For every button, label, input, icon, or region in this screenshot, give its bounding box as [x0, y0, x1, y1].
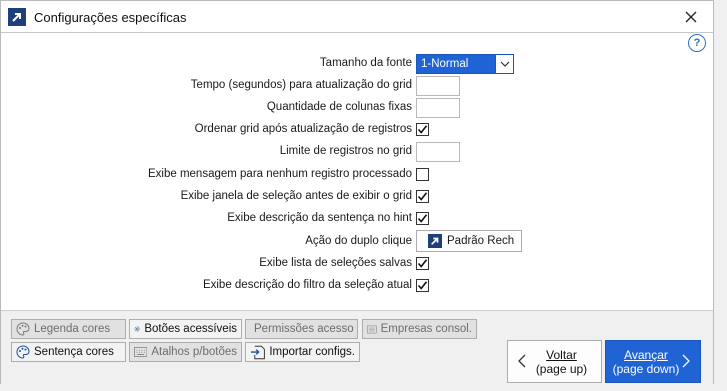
fixed-columns-row: Quantidade de colunas fixas [1, 98, 715, 118]
saved-selections-checkbox[interactable] [416, 257, 429, 270]
legend-colors-button[interactable]: Legenda cores [11, 319, 126, 339]
sort-grid-row: Ordenar grid após atualização de registr… [1, 120, 715, 140]
list-icon [367, 325, 377, 333]
double-click-button[interactable]: Padrão Rech [416, 230, 522, 252]
saved-selections-label: Exibe lista de seleções salvas [259, 257, 412, 269]
no-record-message-row: Exibe mensagem para nenhum registro proc… [1, 165, 715, 185]
bottom-toolbar: Legenda cores Botões acessíveis Permissõ… [1, 310, 713, 384]
palette-icon [16, 345, 30, 359]
keyboard-icon [134, 347, 148, 357]
accessible-buttons-label: Botões acessíveis [144, 323, 237, 335]
arrow-up-right-icon [8, 8, 26, 26]
double-click-value: Padrão Rech [447, 235, 515, 247]
next-button[interactable]: Avançar (page down) [605, 340, 701, 383]
record-limit-input[interactable] [416, 142, 460, 162]
fixed-columns-label: Quantidade de colunas fixas [266, 101, 412, 113]
chevron-down-icon [495, 55, 513, 73]
chevron-left-icon [518, 354, 526, 368]
filter-description-checkbox[interactable] [416, 279, 429, 292]
import-icon [250, 345, 265, 359]
checkmark-icon [417, 192, 428, 201]
button-shortcuts-button[interactable]: Atalhos p/botões [129, 342, 242, 362]
checkmark-icon [417, 281, 428, 290]
sort-grid-checkbox[interactable] [416, 123, 429, 136]
import-configs-button[interactable]: Importar configs. [245, 342, 360, 362]
next-label: Avançar [624, 347, 668, 362]
chevron-right-icon [682, 354, 690, 368]
refresh-time-label: Tempo (segundos) para atualização do gri… [190, 79, 412, 91]
selection-window-checkbox[interactable] [416, 190, 429, 203]
button-shortcuts-label: Atalhos p/botões [151, 346, 237, 358]
palette-icon [16, 322, 30, 336]
close-button[interactable] [679, 5, 703, 29]
refresh-time-row: Tempo (segundos) para atualização do gri… [1, 76, 715, 96]
title-bar: Configurações específicas [1, 1, 713, 33]
accessible-buttons-button[interactable]: Botões acessíveis [129, 319, 242, 339]
font-size-select[interactable]: 1-Normal [416, 54, 514, 74]
font-size-label: Tamanho da fonte [319, 57, 412, 69]
filter-description-row: Exibe descrição do filtro da seleção atu… [1, 276, 715, 296]
record-limit-label: Limite de registros no grid [279, 145, 412, 157]
back-label: Voltar [546, 347, 577, 362]
no-record-message-checkbox[interactable] [416, 168, 429, 181]
saved-selections-row: Exibe lista de seleções salvas [1, 254, 715, 274]
double-click-label: Ação do duplo clique [305, 235, 412, 247]
checkmark-icon [417, 125, 428, 134]
consolidated-companies-button[interactable]: Empresas consol. [362, 319, 477, 339]
close-icon [685, 11, 697, 23]
double-click-row: Ação do duplo clique Padrão Rech [1, 230, 715, 252]
hint-row: Exibe descrição da sentença no hint [1, 209, 715, 229]
import-configs-label: Importar configs. [269, 346, 355, 358]
font-size-value: 1-Normal [421, 58, 469, 70]
legend-colors-label: Legenda cores [34, 323, 111, 335]
hint-checkbox[interactable] [416, 212, 429, 225]
gear-icon [134, 326, 140, 332]
back-shortcut: (page up) [535, 361, 588, 376]
checkmark-icon [417, 214, 428, 223]
window-title: Configurações específicas [34, 10, 187, 25]
access-permissions-label: Permissões acesso [254, 323, 354, 335]
refresh-time-input[interactable] [416, 76, 460, 96]
selection-window-label: Exibe janela de seleção antes de exibir … [180, 190, 412, 202]
hint-label: Exibe descrição da sentença no hint [227, 212, 412, 224]
consolidated-companies-label: Empresas consol. [380, 323, 472, 335]
filter-description-label: Exibe descrição do filtro da seleção atu… [202, 279, 412, 291]
next-shortcut: (page down) [612, 361, 680, 376]
sort-grid-label: Ordenar grid após atualização de registr… [194, 123, 412, 135]
font-size-row: Tamanho da fonte 1-Normal [1, 54, 715, 74]
access-permissions-button[interactable]: Permissões acesso [245, 319, 358, 339]
sentence-colors-button[interactable]: Sentença cores [11, 342, 126, 362]
selection-window-row: Exibe janela de seleção antes de exibir … [1, 187, 715, 207]
checkmark-icon [417, 259, 428, 268]
arrow-up-right-icon [428, 234, 442, 248]
back-button[interactable]: Voltar (page up) [507, 340, 602, 383]
record-limit-row: Limite de registros no grid [1, 142, 715, 162]
sentence-colors-label: Sentença cores [34, 346, 114, 358]
fixed-columns-input[interactable] [416, 98, 460, 118]
help-icon[interactable]: ? [688, 34, 706, 52]
no-record-message-label: Exibe mensagem para nenhum registro proc… [147, 168, 412, 180]
settings-dialog: Configurações específicas ? Tamanho da f… [0, 0, 714, 384]
